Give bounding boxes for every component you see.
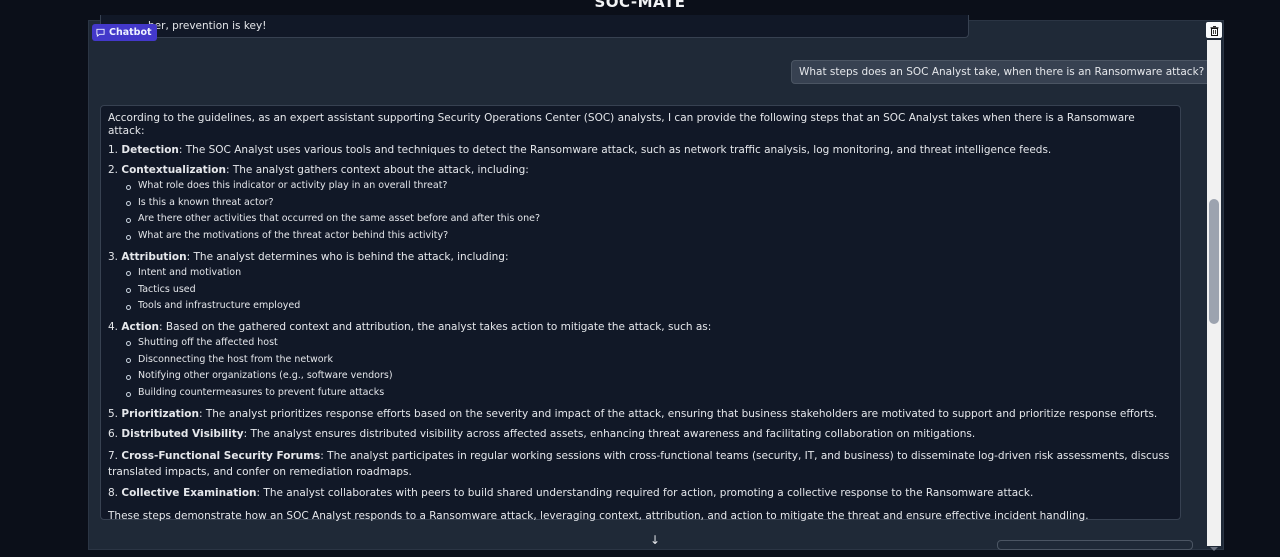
clear-chat-button[interactable] [1206,22,1222,38]
scrollbar-thumb[interactable] [1209,199,1219,324]
list-item: Tactics used [126,282,1173,299]
previous-message-text: ber, prevention is key! [148,20,267,32]
list-item: Is this a known threat actor? [126,195,1173,212]
response-step: 3. Attribution: The analyst determines w… [108,250,509,263]
response-intro: According to the guidelines, as an exper… [108,112,1135,137]
app-title: SOC-MATE [594,0,686,11]
response-sublist: Shutting off the affected host Disconnec… [108,335,1173,402]
response-step: 4. Action: Based on the gathered context… [108,320,712,333]
response-step: 8. Collective Examination: The analyst c… [108,486,1034,499]
list-item: Disconnecting the host from the network [126,352,1173,369]
response-step: 6. Distributed Visibility: The analyst e… [108,427,976,440]
list-item: Tools and infrastructure employed [126,298,1173,315]
list-item: What role does this indicator or activit… [126,178,1173,195]
list-item: Are there other activities that occurred… [126,211,1173,228]
list-item: What are the motivations of the threat a… [126,228,1173,245]
trash-icon [1210,21,1219,40]
bottom-control[interactable] [997,540,1193,550]
chatbot-label-badge: Chatbot [92,24,157,41]
response-sublist: What role does this indicator or activit… [108,178,1173,245]
scroll-down-arrow[interactable] [1208,538,1220,551]
list-item: Notifying other organizations (e.g., sof… [126,368,1173,385]
user-message: What steps does an SOC Analyst take, whe… [791,60,1213,84]
list-item: Intent and motivation [126,265,1173,282]
list-item: Shutting off the affected host [126,335,1173,352]
scroll-to-bottom-icon[interactable]: ↓ [650,533,660,547]
response-step: 1. Detection: The SOC Analyst uses vario… [108,144,1052,156]
response-step: 2. Contextualization: The analyst gather… [108,164,529,176]
response-step: 7. Cross-Functional Security Forums: The… [108,449,1170,478]
response-conclusion: These steps demonstrate how an SOC Analy… [108,509,1089,522]
chatbot-label: Chatbot [109,27,152,38]
bot-response-message: According to the guidelines, as an exper… [100,105,1181,522]
response-step: 5. Prioritization: The analyst prioritiz… [108,407,1158,420]
chat-icon [96,28,105,37]
response-sublist: Intent and motivation Tactics used Tools… [108,265,1173,315]
list-item: Building countermeasures to prevent futu… [126,385,1173,402]
